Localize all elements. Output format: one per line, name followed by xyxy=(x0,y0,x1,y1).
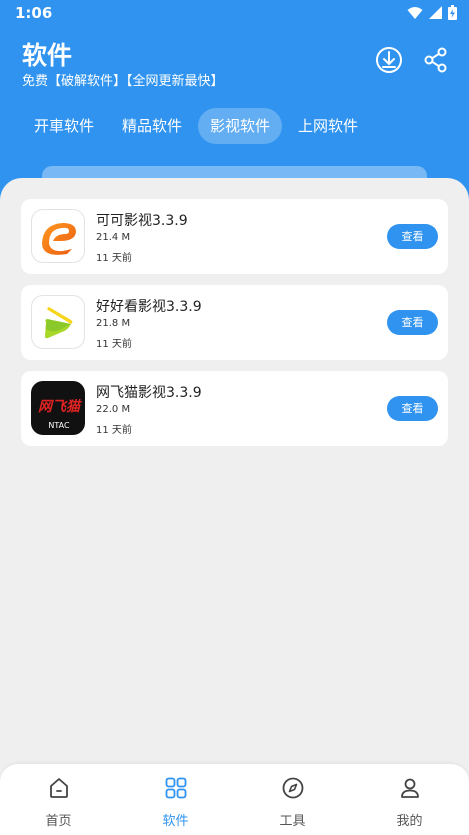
ntac-logo-text: 网飞猫 xyxy=(38,398,83,415)
download-button[interactable] xyxy=(374,45,404,75)
status-bar: 1:06 xyxy=(0,0,469,26)
haohaokan-logo-icon xyxy=(31,295,85,349)
bottom-nav: 首页 软件 工具 我的 xyxy=(0,764,469,835)
nav-mine[interactable]: 我的 xyxy=(351,764,468,835)
home-icon xyxy=(50,778,68,798)
tab-shangwang[interactable]: 上网软件 xyxy=(286,108,370,144)
share-button[interactable] xyxy=(421,45,451,75)
nav-home[interactable]: 首页 xyxy=(0,764,117,835)
app-updated: 11 天前 xyxy=(96,339,132,350)
tab-yingshi[interactable]: 影视软件 xyxy=(198,108,283,144)
app-name: 网飞猫影视3.3.9 xyxy=(96,385,202,401)
list-item[interactable]: 可可影视3.3.9 21.4 M 11 天前 查看 xyxy=(21,199,448,274)
app-size: 21.4 M xyxy=(96,232,131,243)
nav-label: 我的 xyxy=(396,814,423,829)
page-subtitle: 免费【破解软件】【全网更新最快】 xyxy=(22,74,224,89)
status-time: 1:06 xyxy=(15,4,53,22)
tab-jingpin[interactable]: 精品软件 xyxy=(110,108,194,144)
grid-icon xyxy=(165,777,187,799)
page-title: 软件 xyxy=(22,41,73,70)
user-icon xyxy=(401,778,419,798)
app-size: 22.0 M xyxy=(96,404,131,415)
nav-label: 软件 xyxy=(162,814,189,829)
nav-label: 工具 xyxy=(279,814,306,829)
keke-logo-icon xyxy=(31,209,85,263)
share-icon xyxy=(424,47,447,73)
battery-icon xyxy=(448,5,457,20)
list-item[interactable]: 好好看影视3.3.9 21.8 M 11 天前 查看 xyxy=(21,285,448,360)
list-item[interactable]: 网飞猫 NTAC 网飞猫影视3.3.9 22.0 M 11 天前 查看 xyxy=(21,371,448,446)
nav-software[interactable]: 软件 xyxy=(117,764,234,835)
app-name: 可可影视3.3.9 xyxy=(96,213,188,229)
nav-tools[interactable]: 工具 xyxy=(234,764,351,835)
tab-kaiche[interactable]: 开車软件 xyxy=(22,108,106,144)
wifi-icon xyxy=(407,6,423,19)
cell-signal-icon xyxy=(429,6,442,19)
app-list: 可可影视3.3.9 21.4 M 11 天前 查看 好好看影视3.3.9 21.… xyxy=(0,178,469,768)
download-icon xyxy=(376,47,402,73)
view-button[interactable]: 查看 xyxy=(387,310,438,335)
ntac-logo-subtext: NTAC xyxy=(48,421,70,430)
view-button[interactable]: 查看 xyxy=(387,224,438,249)
app-updated: 11 天前 xyxy=(96,425,132,436)
category-tabs: 开車软件 精品软件 影视软件 上网软件 xyxy=(22,108,370,144)
app-updated: 11 天前 xyxy=(96,253,132,264)
compass-icon xyxy=(282,777,304,799)
nav-label: 首页 xyxy=(45,814,72,829)
app-size: 21.8 M xyxy=(96,318,131,329)
view-button[interactable]: 查看 xyxy=(387,396,438,421)
ntac-logo-icon: 网飞猫 NTAC xyxy=(31,381,85,435)
status-icons xyxy=(407,5,457,20)
app-name: 好好看影视3.3.9 xyxy=(96,299,202,315)
